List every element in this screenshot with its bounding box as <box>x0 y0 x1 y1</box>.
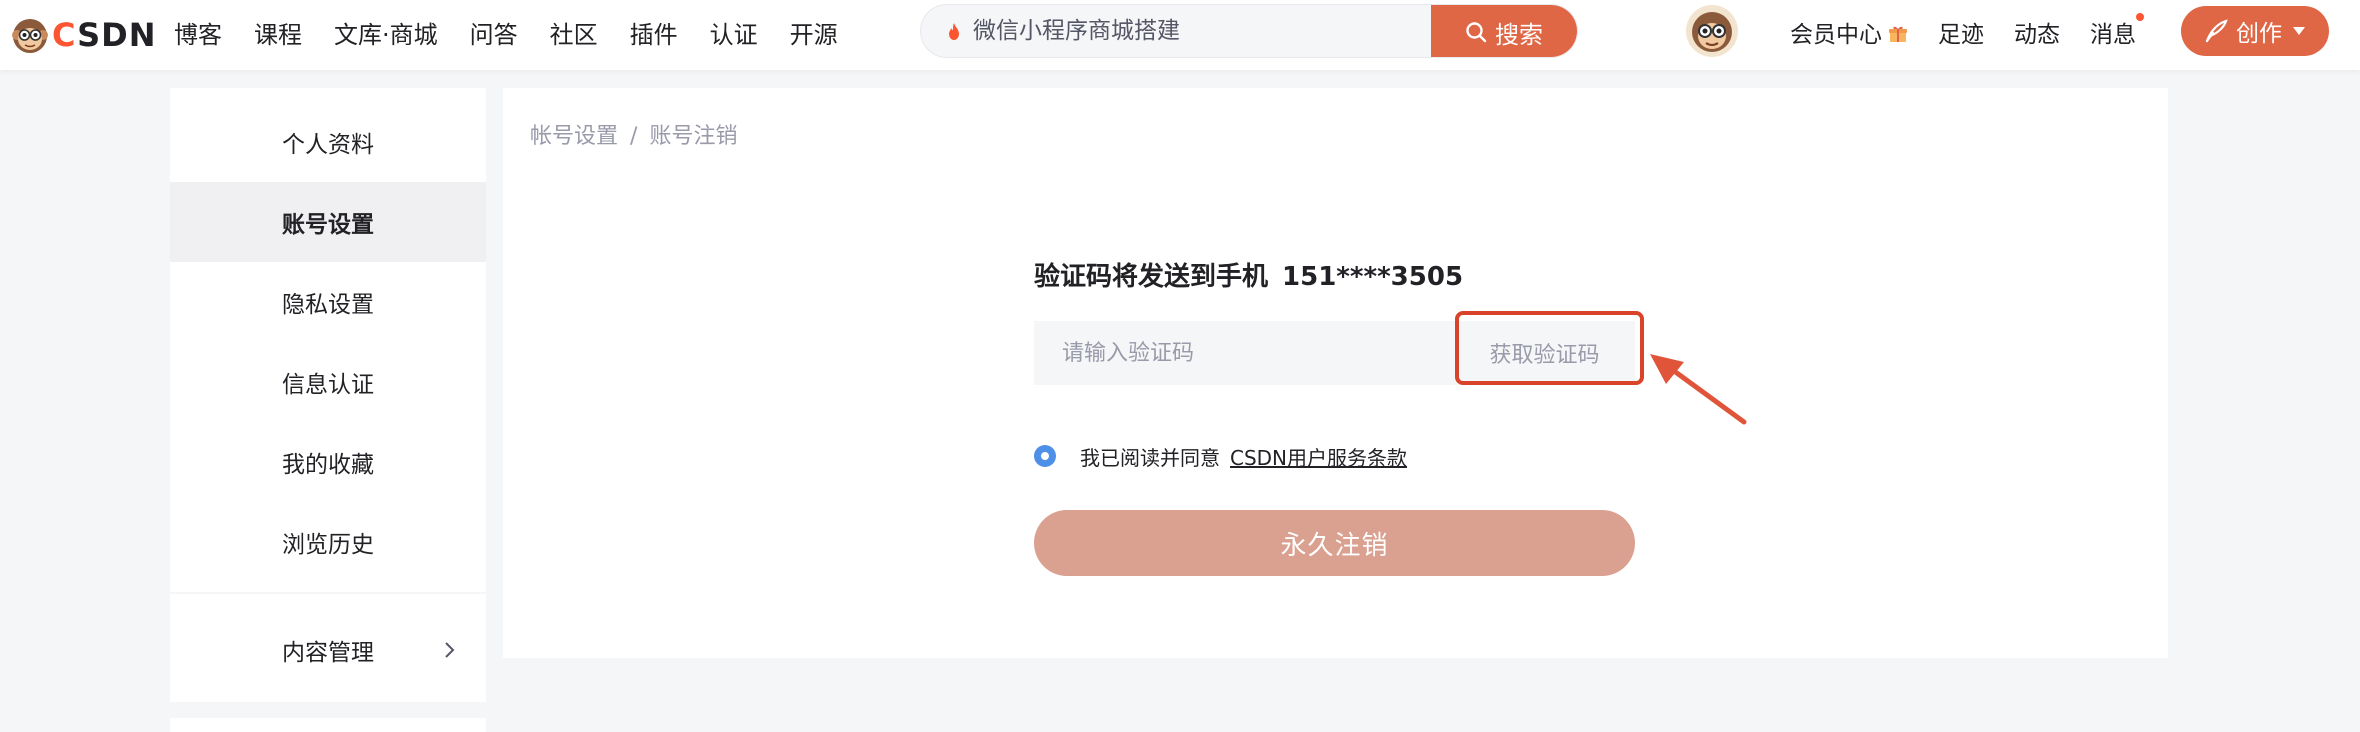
nav-courses[interactable]: 课程 <box>254 15 302 50</box>
agreement-text: 我已阅读并同意 <box>1080 445 1220 470</box>
sidebar-divider <box>170 592 486 594</box>
search-icon <box>1466 22 1487 43</box>
agreement-row: 我已阅读并同意 CSDN用户服务条款 <box>1034 440 1407 472</box>
fire-icon <box>949 23 959 40</box>
content-management-label: 内容管理 <box>282 640 374 666</box>
nav-activity[interactable]: 动态 <box>2014 15 2060 49</box>
nav-community[interactable]: 社区 <box>550 15 598 50</box>
sidebar-next-panel <box>170 718 486 732</box>
search-button[interactable]: 搜索 <box>1431 5 1577 57</box>
breadcrumb-separator: / <box>630 124 638 149</box>
user-avatar[interactable] <box>1686 5 1738 57</box>
create-button-label: 创作 <box>2236 21 2282 47</box>
nav-blog[interactable]: 博客 <box>174 15 222 50</box>
logo-rest: SDN <box>77 16 157 54</box>
top-navbar: CSDN 博客 课程 文库·商城 问答 社区 插件 认证 开源 搜索 <box>0 0 2360 70</box>
sidebar-item-account-settings[interactable]: 账号设置 <box>170 182 486 262</box>
nav-plugins[interactable]: 插件 <box>630 15 678 50</box>
caret-down-icon <box>2293 27 2305 35</box>
unread-dot <box>2136 13 2144 21</box>
settings-sidebar: 个人资料 账号设置 隐私设置 信息认证 我的收藏 浏览历史 内容管理 <box>170 88 486 702</box>
avatar-image <box>1692 12 1732 52</box>
agreement-radio[interactable] <box>1034 445 1056 467</box>
logo-text: CSDN <box>52 16 157 54</box>
nav-qa[interactable]: 问答 <box>470 15 518 50</box>
verification-code-input[interactable] <box>1034 321 1454 385</box>
nav-library-mall[interactable]: 文库·商城 <box>334 15 438 50</box>
terms-link[interactable]: CSDN用户服务条款 <box>1230 442 1407 471</box>
nav-certification[interactable]: 认证 <box>710 15 758 50</box>
breadcrumb: 帐号设置 / 账号注销 <box>530 118 737 150</box>
breadcrumb-parent[interactable]: 帐号设置 <box>530 124 618 149</box>
send-to-label: 验证码将发送到手机 <box>1034 262 1269 292</box>
csdn-logo[interactable]: CSDN <box>10 10 156 60</box>
messages-label: 消息 <box>2090 22 2136 48</box>
nav-footprint[interactable]: 足迹 <box>1938 15 1984 49</box>
breadcrumb-current: 账号注销 <box>649 124 738 149</box>
send-to-phone-text: 验证码将发送到手机 151****3505 <box>1034 256 1463 293</box>
search-input[interactable] <box>973 5 1343 57</box>
nav-messages[interactable]: 消息 <box>2090 13 2144 49</box>
annotation-arrow-icon <box>1650 354 1747 425</box>
sidebar-item-privacy[interactable]: 隐私设置 <box>170 262 486 342</box>
main-nav: 博客 课程 文库·商城 问答 社区 插件 认证 开源 <box>174 0 870 64</box>
chevron-right-icon <box>445 642 455 658</box>
gift-icon <box>1889 26 1907 42</box>
search-bar: 搜索 <box>920 4 1578 58</box>
search-button-label: 搜索 <box>1495 20 1543 49</box>
quill-pen-icon <box>2205 19 2228 43</box>
account-cancellation-panel: 帐号设置 / 账号注销 验证码将发送到手机 151****3505 获取验证码 我已阅… <box>503 88 2168 658</box>
sidebar-item-content-management[interactable]: 内容管理 <box>170 610 486 690</box>
monkey-mascot-icon <box>12 19 48 53</box>
get-verification-code-button[interactable]: 获取验证码 <box>1454 321 1635 385</box>
permanent-cancel-button[interactable]: 永久注销 <box>1034 510 1635 576</box>
nav-vip-center[interactable]: 会员中心 <box>1790 15 1908 49</box>
sidebar-item-verification[interactable]: 信息认证 <box>170 342 486 422</box>
vip-center-label: 会员中心 <box>1790 22 1882 48</box>
sidebar-item-favorites[interactable]: 我的收藏 <box>170 422 486 502</box>
sidebar-item-profile[interactable]: 个人资料 <box>170 102 486 182</box>
user-nav: 会员中心 足迹 动态 消息 <box>1790 0 2166 64</box>
sidebar-item-history[interactable]: 浏览历史 <box>170 502 486 582</box>
create-button[interactable]: 创作 <box>2181 6 2329 56</box>
masked-phone-number: 151****3505 <box>1282 262 1464 292</box>
nav-open-source[interactable]: 开源 <box>790 15 838 50</box>
